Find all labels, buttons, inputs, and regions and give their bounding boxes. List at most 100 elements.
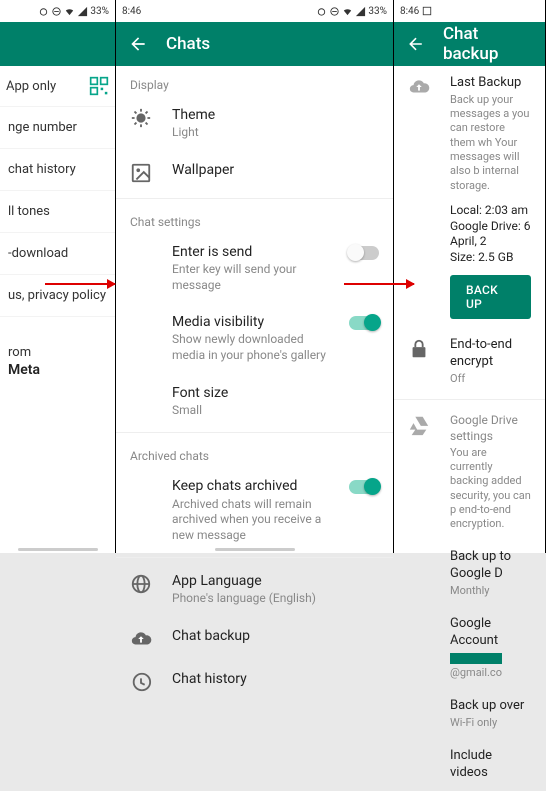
wallpaper-row[interactable]: Wallpaper bbox=[116, 151, 393, 194]
page-title: Chat backup bbox=[443, 24, 533, 64]
last-backup-desc: Back up your messages a you can restore … bbox=[450, 93, 531, 193]
time: 8:46 bbox=[400, 6, 432, 17]
videos-label: Include videos bbox=[450, 748, 531, 782]
dnd-icon bbox=[51, 6, 62, 17]
theme-row[interactable]: ThemeLight bbox=[116, 96, 393, 151]
signal-icon bbox=[355, 6, 366, 17]
back-icon[interactable] bbox=[128, 34, 148, 54]
wallpaper-icon bbox=[130, 162, 152, 184]
enter-desc: Enter key will send your message bbox=[172, 262, 329, 293]
media-toggle[interactable] bbox=[349, 316, 379, 330]
buptogd-value: Monthly bbox=[450, 584, 531, 598]
e2e-value: Off bbox=[450, 372, 531, 386]
from-label: rom bbox=[0, 317, 115, 362]
appbar bbox=[0, 22, 115, 66]
cloud-upload-icon bbox=[408, 76, 430, 98]
last-backup-label: Last Backup bbox=[450, 75, 531, 92]
media-visibility-row[interactable]: Media visibilityShow newly downloaded me… bbox=[116, 303, 393, 373]
app-only-row[interactable]: App only bbox=[0, 66, 115, 107]
list-item[interactable]: ll tones bbox=[0, 191, 115, 233]
theme-value: Light bbox=[172, 125, 379, 141]
e2e-label: End-to-end encrypt bbox=[450, 337, 531, 371]
theme-label: Theme bbox=[172, 106, 379, 124]
divider bbox=[116, 198, 393, 199]
keep-label: Keep chats archived bbox=[172, 477, 329, 495]
history-icon bbox=[130, 671, 152, 693]
meta-label: Meta bbox=[0, 362, 115, 378]
buptogd-label: Back up to Google D bbox=[450, 549, 531, 583]
enter-send-row[interactable]: Enter is sendEnter key will send your me… bbox=[116, 233, 393, 303]
battery-text: 33% bbox=[368, 6, 387, 17]
list-item[interactable]: chat history bbox=[0, 149, 115, 191]
enter-label: Enter is send bbox=[172, 243, 329, 261]
backup-label: Chat backup bbox=[172, 627, 379, 645]
backup-button[interactable]: BACK UP bbox=[450, 275, 531, 319]
divider bbox=[116, 432, 393, 433]
qr-icon[interactable] bbox=[89, 76, 109, 96]
font-label: Font size bbox=[172, 384, 379, 402]
navbar bbox=[18, 548, 98, 551]
alarm-icon bbox=[316, 6, 327, 17]
media-label: Media visibility bbox=[172, 313, 329, 331]
time: 8:46 bbox=[122, 6, 141, 17]
appbar: Chats bbox=[116, 22, 393, 66]
page-title: Chats bbox=[166, 34, 210, 54]
gdrive-desc: You are currently backing added security… bbox=[450, 446, 531, 532]
image-icon bbox=[422, 6, 432, 16]
globe-icon bbox=[130, 573, 152, 595]
divider bbox=[116, 557, 393, 558]
battery-text: 33% bbox=[90, 6, 109, 17]
list-item[interactable]: -download bbox=[0, 233, 115, 275]
gdrive-settings-row: Google Drive settingsYou are currently b… bbox=[394, 404, 545, 540]
app-only-label: App only bbox=[6, 79, 56, 94]
section-archived: Archived chats bbox=[116, 437, 393, 467]
theme-icon bbox=[130, 107, 152, 129]
statusbar: 33% bbox=[0, 0, 115, 22]
keep-archived-row[interactable]: Keep chats archived Archived chats will r… bbox=[116, 467, 393, 553]
screen-settings-partial: 33% App only nge number chat history ll … bbox=[0, 0, 116, 553]
backup-to-gd-row[interactable]: Back up to Google DMonthly bbox=[394, 540, 545, 607]
annotation-arrow bbox=[45, 283, 115, 285]
chat-history-row[interactable]: Chat history bbox=[116, 660, 393, 703]
lock-icon bbox=[408, 338, 430, 360]
statusbar: 8:46 33% bbox=[116, 0, 393, 22]
enter-toggle[interactable] bbox=[349, 246, 379, 260]
over-value: Wi-Fi only bbox=[450, 716, 531, 730]
list-item[interactable]: us, privacy policy bbox=[0, 275, 115, 317]
over-label: Back up over bbox=[450, 698, 531, 715]
include-videos-row[interactable]: Include videos bbox=[394, 739, 545, 791]
list-item[interactable]: nge number bbox=[0, 107, 115, 149]
media-desc: Show newly downloaded media in your phon… bbox=[172, 332, 329, 363]
screen-chat-backup: 8:46 Chat backup Last Backup Back up you… bbox=[394, 0, 546, 553]
keep-toggle[interactable] bbox=[349, 480, 379, 494]
screen-chats: 8:46 33% Chats Display ThemeLight Wallpa… bbox=[116, 0, 394, 553]
gdrive-label: Google Drive settings bbox=[450, 413, 531, 444]
e2e-row[interactable]: End-to-end encryptOff bbox=[394, 328, 545, 395]
lang-value: Phone's language (English) bbox=[172, 591, 379, 607]
dnd-icon bbox=[329, 6, 340, 17]
backup-size: Size: 2.5 GB bbox=[450, 250, 531, 266]
back-icon[interactable] bbox=[406, 34, 425, 54]
navbar bbox=[215, 548, 295, 551]
statusbar: 8:46 bbox=[394, 0, 545, 22]
divider bbox=[394, 399, 545, 400]
section-display: Display bbox=[116, 66, 393, 96]
app-language-row[interactable]: App LanguagePhone's language (English) bbox=[116, 562, 393, 617]
keep-desc: Archived chats will remain archived when… bbox=[172, 497, 329, 544]
google-drive-icon bbox=[408, 414, 430, 436]
local-time: Local: 2:03 am bbox=[450, 203, 531, 219]
backup-over-row[interactable]: Back up overWi-Fi only bbox=[394, 689, 545, 739]
appbar: Chat backup bbox=[394, 22, 545, 66]
chat-backup-row[interactable]: Chat backup bbox=[116, 617, 393, 660]
google-account-row[interactable]: Google Account@gmail.co bbox=[394, 607, 545, 688]
section-chat-settings: Chat settings bbox=[116, 203, 393, 233]
signal-icon bbox=[77, 6, 88, 17]
account-value: @gmail.co bbox=[450, 651, 531, 680]
history-label: Chat history bbox=[172, 670, 379, 688]
font-size-row[interactable]: Font sizeSmall bbox=[116, 374, 393, 429]
font-value: Small bbox=[172, 403, 379, 419]
account-label: Google Account bbox=[450, 616, 531, 650]
wifi-icon bbox=[342, 6, 353, 17]
cloud-upload-icon bbox=[130, 628, 152, 650]
drive-date: Google Drive: 6 April, 2 bbox=[450, 219, 531, 250]
